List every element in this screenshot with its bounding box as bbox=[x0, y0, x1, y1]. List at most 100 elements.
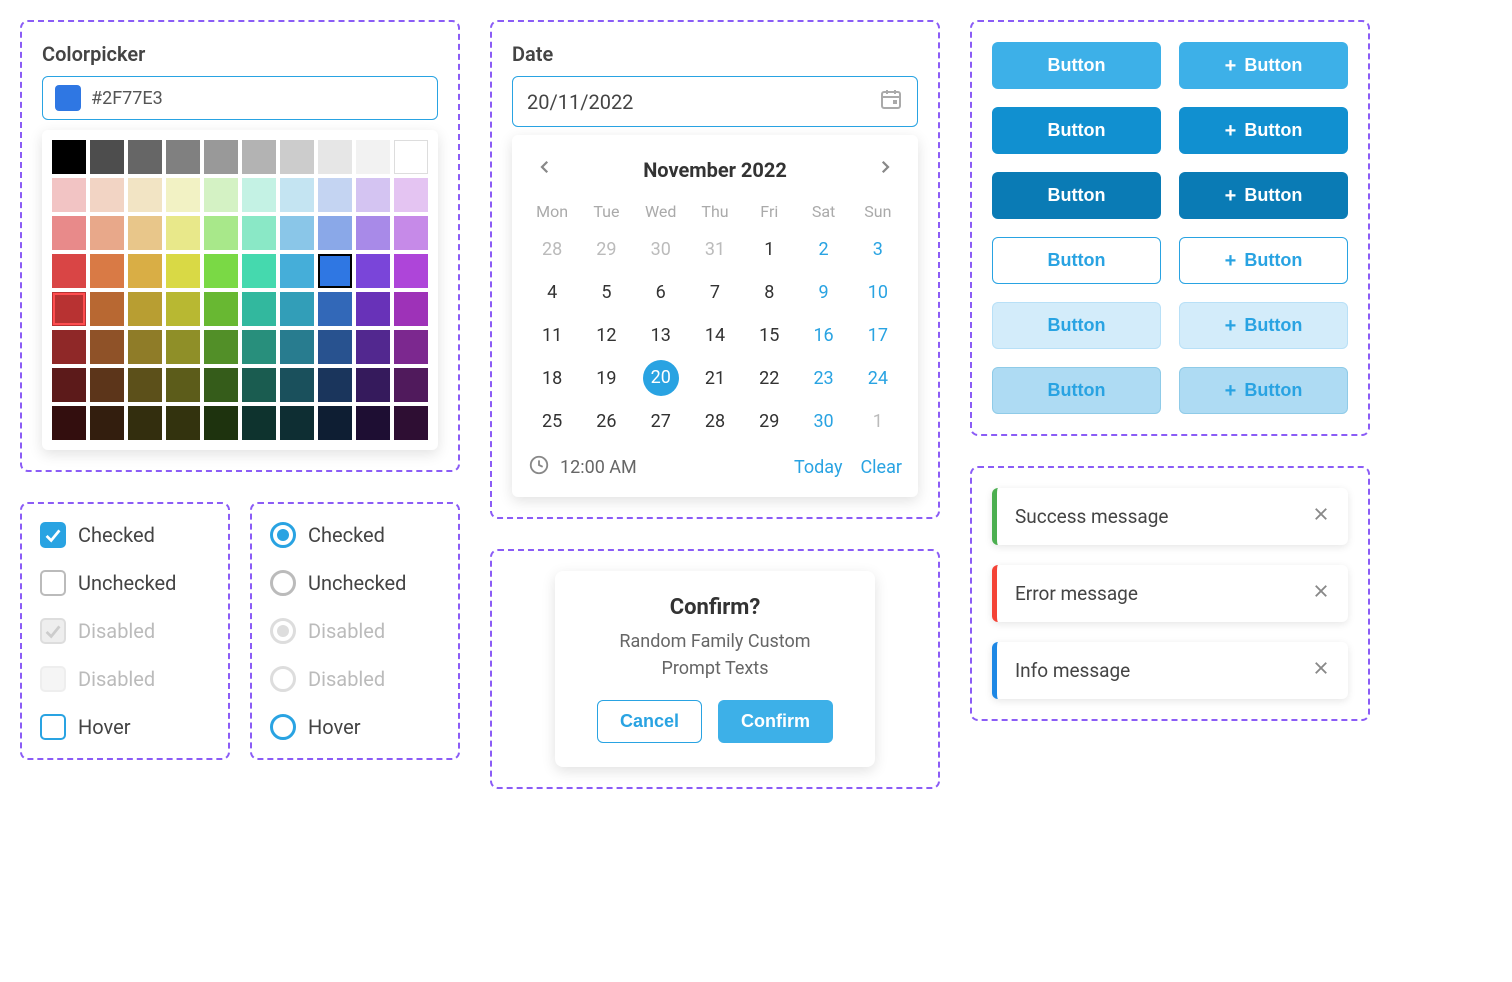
palette-cell[interactable] bbox=[90, 292, 124, 326]
palette-cell[interactable] bbox=[394, 406, 428, 440]
button-primary-hover[interactable]: Button bbox=[992, 107, 1161, 154]
button-soft[interactable]: Button bbox=[992, 302, 1161, 349]
palette-cell[interactable] bbox=[318, 254, 352, 288]
calendar-day[interactable]: 18 bbox=[528, 360, 576, 397]
button-outline-icon[interactable]: +Button bbox=[1179, 237, 1348, 284]
palette-cell[interactable] bbox=[280, 368, 314, 402]
palette-cell[interactable] bbox=[52, 178, 86, 212]
palette-cell[interactable] bbox=[242, 292, 276, 326]
palette-cell[interactable] bbox=[166, 368, 200, 402]
palette-cell[interactable] bbox=[280, 178, 314, 212]
radio-unchecked[interactable]: Unchecked bbox=[270, 570, 440, 596]
calendar-day[interactable]: 31 bbox=[691, 231, 739, 268]
button-soft-hover-icon[interactable]: +Button bbox=[1179, 367, 1348, 414]
palette-cell[interactable] bbox=[128, 254, 162, 288]
palette-cell[interactable] bbox=[90, 330, 124, 364]
palette-cell[interactable] bbox=[204, 406, 238, 440]
button-primary[interactable]: Button bbox=[992, 42, 1161, 89]
palette-cell[interactable] bbox=[280, 216, 314, 250]
checkbox-unchecked[interactable]: Unchecked bbox=[40, 570, 210, 596]
palette-cell[interactable] bbox=[394, 216, 428, 250]
checkbox-hover[interactable]: Hover bbox=[40, 714, 210, 740]
colorpicker-input[interactable]: #2F77E3 bbox=[42, 76, 438, 120]
palette-cell[interactable] bbox=[242, 178, 276, 212]
palette-cell[interactable] bbox=[394, 368, 428, 402]
palette-cell[interactable] bbox=[166, 254, 200, 288]
palette-cell[interactable] bbox=[128, 216, 162, 250]
palette-cell[interactable] bbox=[52, 216, 86, 250]
palette-cell[interactable] bbox=[52, 406, 86, 440]
palette-cell[interactable] bbox=[204, 140, 238, 174]
palette-cell[interactable] bbox=[356, 178, 390, 212]
palette-cell[interactable] bbox=[280, 140, 314, 174]
palette-cell[interactable] bbox=[52, 330, 86, 364]
prev-month-button[interactable] bbox=[528, 153, 562, 186]
palette-cell[interactable] bbox=[90, 140, 124, 174]
palette-cell[interactable] bbox=[52, 292, 86, 326]
palette-cell[interactable] bbox=[318, 368, 352, 402]
palette-cell[interactable] bbox=[204, 216, 238, 250]
palette-cell[interactable] bbox=[90, 216, 124, 250]
calendar-day[interactable]: 28 bbox=[691, 403, 739, 440]
palette-cell[interactable] bbox=[52, 140, 86, 174]
calendar-day[interactable]: 5 bbox=[582, 274, 630, 311]
palette-cell[interactable] bbox=[90, 254, 124, 288]
calendar-day[interactable]: 29 bbox=[582, 231, 630, 268]
calendar-day[interactable]: 27 bbox=[637, 403, 685, 440]
palette-cell[interactable] bbox=[242, 216, 276, 250]
radio-checked[interactable]: Checked bbox=[270, 522, 440, 548]
palette-cell[interactable] bbox=[166, 292, 200, 326]
radio-hover[interactable]: Hover bbox=[270, 714, 440, 740]
calendar-day[interactable]: 22 bbox=[745, 360, 793, 397]
palette-cell[interactable] bbox=[356, 254, 390, 288]
palette-cell[interactable] bbox=[90, 178, 124, 212]
palette-cell[interactable] bbox=[280, 406, 314, 440]
close-icon[interactable] bbox=[1312, 504, 1330, 529]
palette-cell[interactable] bbox=[356, 140, 390, 174]
cancel-button[interactable]: Cancel bbox=[597, 700, 702, 743]
palette-cell[interactable] bbox=[394, 330, 428, 364]
palette-cell[interactable] bbox=[394, 254, 428, 288]
calendar-day[interactable]: 21 bbox=[691, 360, 739, 397]
calendar-day[interactable]: 13 bbox=[637, 317, 685, 354]
button-primary-active-icon[interactable]: +Button bbox=[1179, 172, 1348, 219]
calendar-day[interactable]: 7 bbox=[691, 274, 739, 311]
palette-cell[interactable] bbox=[204, 292, 238, 326]
checkbox-checked[interactable]: Checked bbox=[40, 522, 210, 548]
clear-button[interactable]: Clear bbox=[860, 457, 902, 478]
next-month-button[interactable] bbox=[868, 153, 902, 186]
palette-cell[interactable] bbox=[166, 140, 200, 174]
calendar-day[interactable]: 1 bbox=[745, 231, 793, 268]
palette-cell[interactable] bbox=[318, 140, 352, 174]
palette-cell[interactable] bbox=[394, 140, 428, 174]
calendar-day[interactable]: 28 bbox=[528, 231, 576, 268]
palette-cell[interactable] bbox=[128, 140, 162, 174]
palette-cell[interactable] bbox=[128, 406, 162, 440]
palette-cell[interactable] bbox=[166, 216, 200, 250]
close-icon[interactable] bbox=[1312, 658, 1330, 683]
palette-cell[interactable] bbox=[204, 368, 238, 402]
palette-cell[interactable] bbox=[280, 330, 314, 364]
palette-cell[interactable] bbox=[52, 368, 86, 402]
palette-cell[interactable] bbox=[128, 330, 162, 364]
button-outline[interactable]: Button bbox=[992, 237, 1161, 284]
palette-cell[interactable] bbox=[242, 406, 276, 440]
calendar-day[interactable]: 11 bbox=[528, 317, 576, 354]
calendar-day[interactable]: 30 bbox=[799, 403, 847, 440]
calendar-day[interactable]: 23 bbox=[799, 360, 847, 397]
palette-cell[interactable] bbox=[204, 178, 238, 212]
button-primary-hover-icon[interactable]: +Button bbox=[1179, 107, 1348, 154]
button-primary-active[interactable]: Button bbox=[992, 172, 1161, 219]
palette-cell[interactable] bbox=[356, 292, 390, 326]
calendar-day[interactable]: 2 bbox=[799, 231, 847, 268]
date-input[interactable]: 20/11/2022 bbox=[512, 76, 918, 127]
button-soft-icon[interactable]: +Button bbox=[1179, 302, 1348, 349]
calendar-day[interactable]: 19 bbox=[582, 360, 630, 397]
calendar-day[interactable]: 16 bbox=[799, 317, 847, 354]
calendar-day[interactable]: 12 bbox=[582, 317, 630, 354]
palette-cell[interactable] bbox=[128, 178, 162, 212]
calendar-day[interactable]: 9 bbox=[799, 274, 847, 311]
palette-cell[interactable] bbox=[318, 216, 352, 250]
palette-cell[interactable] bbox=[242, 330, 276, 364]
palette-cell[interactable] bbox=[318, 406, 352, 440]
